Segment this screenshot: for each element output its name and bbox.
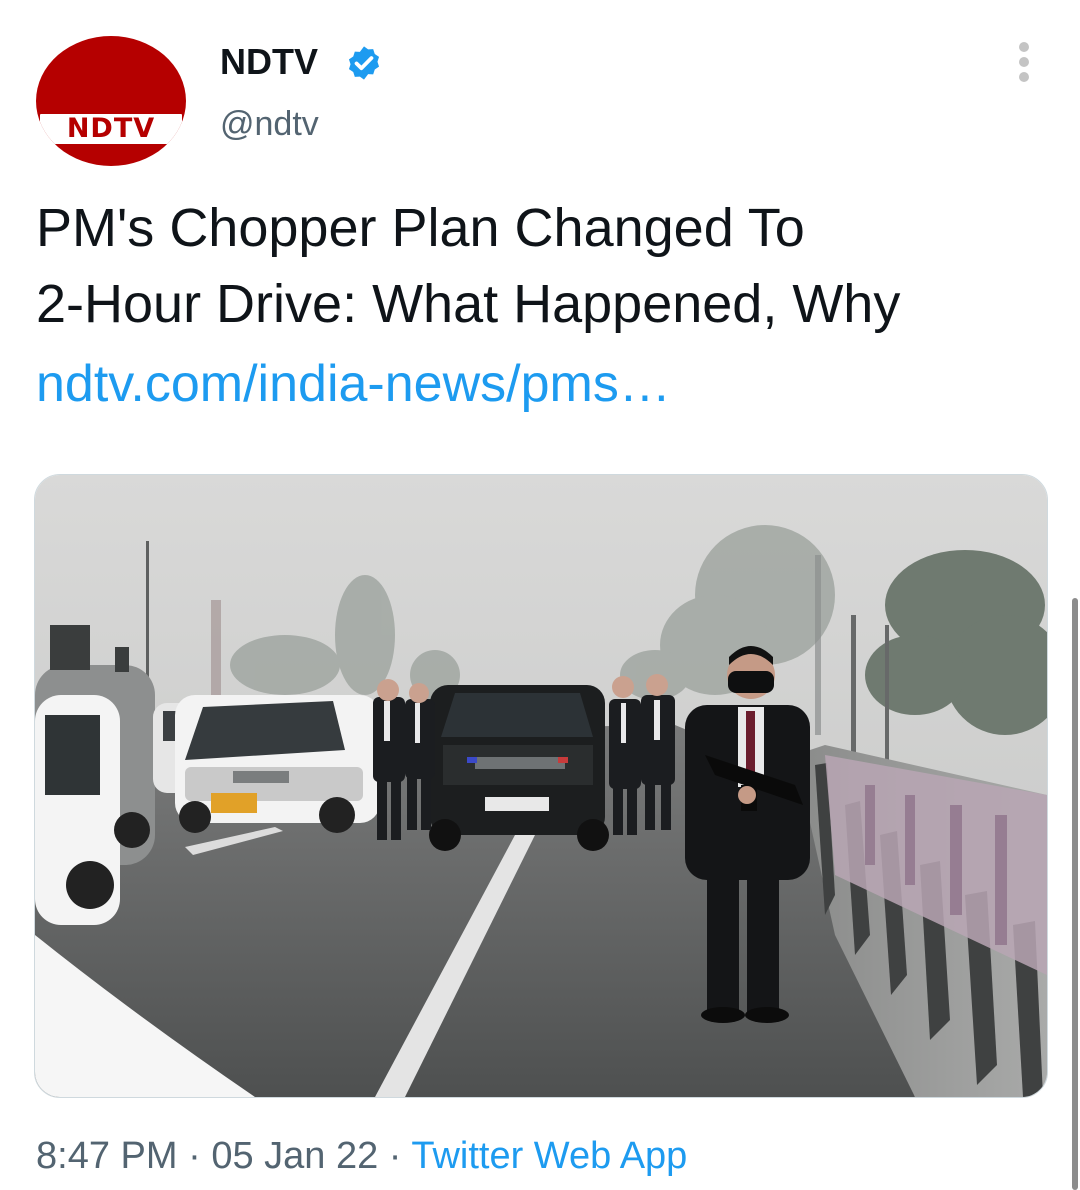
tweet-text-line: 2-Hour Drive: What Happened, Why (36, 274, 901, 334)
tweet-text: PM's Chopper Plan Changed To 2-Hour Driv… (36, 190, 1046, 342)
tweet-link[interactable]: ndtv.com/india-news/pms… (36, 346, 671, 422)
more-options-icon[interactable] (1004, 40, 1044, 84)
meta-separator: · (378, 1135, 412, 1177)
tweet-media-photo[interactable] (34, 474, 1048, 1098)
photo-illustration (35, 475, 1047, 1097)
more-dot (1019, 42, 1029, 52)
tweet-text-line: PM's Chopper Plan Changed To (36, 198, 805, 258)
user-handle[interactable]: @ndtv (220, 102, 319, 146)
verified-badge-icon (348, 46, 380, 80)
more-dot (1019, 57, 1029, 67)
display-name[interactable]: NDTV (220, 40, 318, 84)
scrollbar[interactable] (1072, 598, 1078, 1190)
tweet-meta: 8:47 PM · 05 Jan 22 · Twitter Web App (36, 1132, 687, 1180)
avatar[interactable]: NDTV (36, 36, 186, 166)
more-dot (1019, 72, 1029, 82)
ndtv-logo: NDTV (40, 114, 182, 144)
ndtv-logo-text: NDTV (66, 113, 156, 144)
tweet-time[interactable]: 8:47 PM (36, 1135, 178, 1177)
tweet-card: NDTV NDTV @ndtv PM's Chopper Plan Change… (0, 0, 1080, 1190)
tweet-date[interactable]: 05 Jan 22 (211, 1135, 378, 1177)
tweet-source[interactable]: Twitter Web App (411, 1135, 687, 1177)
meta-separator: · (177, 1135, 212, 1177)
